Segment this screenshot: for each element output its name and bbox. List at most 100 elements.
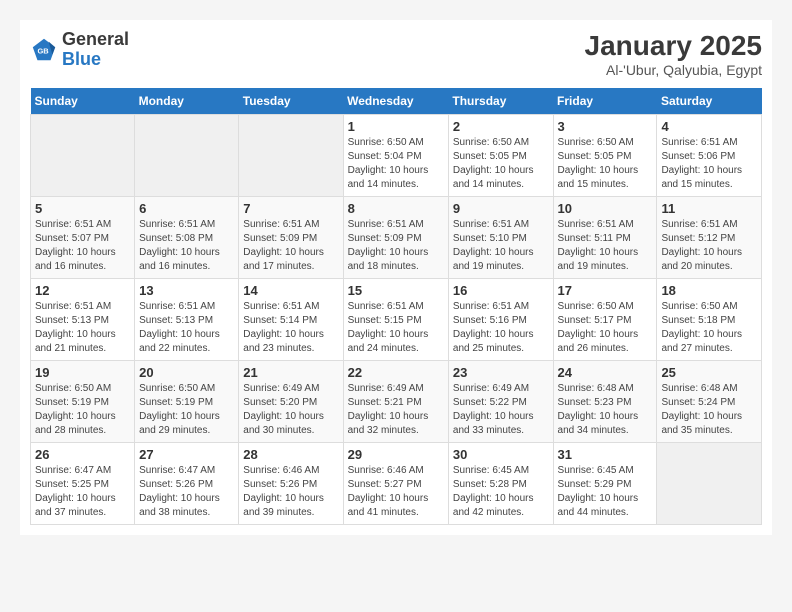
day-number: 23	[453, 365, 549, 380]
day-info: Sunrise: 6:45 AMSunset: 5:29 PMDaylight:…	[558, 464, 653, 520]
calendar-cell: 6Sunrise: 6:51 AMSunset: 5:08 PMDaylight…	[135, 197, 239, 279]
day-number: 8	[348, 201, 444, 216]
weekday-header-tuesday: Tuesday	[239, 88, 343, 115]
day-info: Sunrise: 6:49 AMSunset: 5:21 PMDaylight:…	[348, 382, 444, 438]
calendar-cell: 20 Sunrise: 6:50 AMSunset: 5:19 PMDayligh…	[135, 361, 239, 443]
day-number: 31	[558, 447, 653, 462]
day-info: Sunrise: 6:49 AMSunset: 5:22 PMDaylight:…	[453, 382, 549, 438]
day-number: 25	[661, 365, 757, 380]
day-info: Sunrise: 6:50 AMSunset: 5:05 PMDaylight:…	[558, 136, 653, 192]
weekday-header-thursday: Thursday	[448, 88, 553, 115]
day-info: Sunrise: 6:51 AMSunset: 5:10 PMDaylight:…	[453, 218, 549, 274]
calendar-week-3: 12 Sunrise: 6:51 AMSunset: 5:13 PMDayligh…	[31, 279, 762, 361]
weekday-header-saturday: Saturday	[657, 88, 762, 115]
day-info: Sunrise: 6:51 AMSunset: 5:09 PMDaylight:…	[243, 218, 338, 274]
calendar-cell: 31 Sunrise: 6:45 AMSunset: 5:29 PMDayligh…	[553, 443, 657, 525]
logo: GB General Blue	[30, 30, 129, 70]
header: GB General Blue January 2025 Al-'Ubur, Q…	[30, 30, 762, 78]
calendar-cell: 9Sunrise: 6:51 AMSunset: 5:10 PMDaylight…	[448, 197, 553, 279]
day-number: 26	[35, 447, 130, 462]
logo-text: General Blue	[62, 30, 129, 70]
day-info: Sunrise: 6:50 AMSunset: 5:05 PMDaylight:…	[453, 136, 549, 192]
calendar-cell: 10 Sunrise: 6:51 AMSunset: 5:11 PMDayligh…	[553, 197, 657, 279]
calendar-cell: 16 Sunrise: 6:51 AMSunset: 5:16 PMDayligh…	[448, 279, 553, 361]
day-info: Sunrise: 6:51 AMSunset: 5:14 PMDaylight:…	[243, 300, 338, 356]
day-number: 29	[348, 447, 444, 462]
weekday-header-sunday: Sunday	[31, 88, 135, 115]
calendar-cell	[239, 115, 343, 197]
calendar-body: 1 Sunrise: 6:50 AMSunset: 5:04 PMDaylight…	[31, 115, 762, 525]
calendar-cell: 4 Sunrise: 6:51 AMSunset: 5:06 PMDaylight…	[657, 115, 762, 197]
weekday-row: SundayMondayTuesdayWednesdayThursdayFrid…	[31, 88, 762, 115]
calendar-cell: 19Sunrise: 6:50 AMSunset: 5:19 PMDayligh…	[31, 361, 135, 443]
calendar-cell: 1 Sunrise: 6:50 AMSunset: 5:04 PMDaylight…	[343, 115, 448, 197]
calendar-cell	[31, 115, 135, 197]
day-number: 21	[243, 365, 338, 380]
calendar-cell	[657, 443, 762, 525]
day-number: 3	[558, 119, 653, 134]
day-info: Sunrise: 6:51 AMSunset: 5:13 PMDaylight:…	[139, 300, 234, 356]
calendar-cell: 15Sunrise: 6:51 AMSunset: 5:15 PMDayligh…	[343, 279, 448, 361]
day-info: Sunrise: 6:50 AMSunset: 5:18 PMDaylight:…	[661, 300, 757, 356]
day-info: Sunrise: 6:51 AMSunset: 5:13 PMDaylight:…	[35, 300, 130, 356]
calendar-cell: 21 Sunrise: 6:49 AMSunset: 5:20 PMDayligh…	[239, 361, 343, 443]
day-info: Sunrise: 6:47 AMSunset: 5:25 PMDaylight:…	[35, 464, 130, 520]
logo-general: General	[62, 30, 129, 50]
calendar-week-2: 5Sunrise: 6:51 AMSunset: 5:07 PMDaylight…	[31, 197, 762, 279]
day-info: Sunrise: 6:48 AMSunset: 5:23 PMDaylight:…	[558, 382, 653, 438]
day-number: 2	[453, 119, 549, 134]
calendar-cell: 29 Sunrise: 6:46 AMSunset: 5:27 PMDayligh…	[343, 443, 448, 525]
day-number: 6	[139, 201, 234, 216]
day-info: Sunrise: 6:50 AMSunset: 5:19 PMDaylight:…	[35, 382, 130, 438]
day-number: 7	[243, 201, 338, 216]
day-number: 10	[558, 201, 653, 216]
day-number: 14	[243, 283, 338, 298]
calendar-cell: 8Sunrise: 6:51 AMSunset: 5:09 PMDaylight…	[343, 197, 448, 279]
calendar-cell	[135, 115, 239, 197]
day-number: 1	[348, 119, 444, 134]
day-number: 24	[558, 365, 653, 380]
day-info: Sunrise: 6:50 AMSunset: 5:19 PMDaylight:…	[139, 382, 234, 438]
weekday-header-friday: Friday	[553, 88, 657, 115]
weekday-header-monday: Monday	[135, 88, 239, 115]
day-info: Sunrise: 6:46 AMSunset: 5:27 PMDaylight:…	[348, 464, 444, 520]
calendar-cell: 17Sunrise: 6:50 AMSunset: 5:17 PMDayligh…	[553, 279, 657, 361]
calendar-cell: 28Sunrise: 6:46 AMSunset: 5:26 PMDayligh…	[239, 443, 343, 525]
day-number: 30	[453, 447, 549, 462]
calendar-week-1: 1 Sunrise: 6:50 AMSunset: 5:04 PMDaylight…	[31, 115, 762, 197]
day-info: Sunrise: 6:50 AMSunset: 5:04 PMDaylight:…	[348, 136, 444, 192]
calendar-cell: 14 Sunrise: 6:51 AMSunset: 5:14 PMDayligh…	[239, 279, 343, 361]
day-number: 27	[139, 447, 234, 462]
day-info: Sunrise: 6:51 AMSunset: 5:07 PMDaylight:…	[35, 218, 130, 274]
day-info: Sunrise: 6:51 AMSunset: 5:16 PMDaylight:…	[453, 300, 549, 356]
logo-icon: GB	[30, 36, 58, 64]
calendar-cell: 24 Sunrise: 6:48 AMSunset: 5:23 PMDayligh…	[553, 361, 657, 443]
calendar-cell: 5Sunrise: 6:51 AMSunset: 5:07 PMDaylight…	[31, 197, 135, 279]
day-number: 28	[243, 447, 338, 462]
month-title: January 2025	[585, 30, 762, 62]
day-info: Sunrise: 6:49 AMSunset: 5:20 PMDaylight:…	[243, 382, 338, 438]
calendar-cell: 2 Sunrise: 6:50 AMSunset: 5:05 PMDaylight…	[448, 115, 553, 197]
title-area: January 2025 Al-'Ubur, Qalyubia, Egypt	[585, 30, 762, 78]
calendar-cell: 3 Sunrise: 6:50 AMSunset: 5:05 PMDaylight…	[553, 115, 657, 197]
calendar-page: GB General Blue January 2025 Al-'Ubur, Q…	[20, 20, 772, 535]
day-number: 13	[139, 283, 234, 298]
day-info: Sunrise: 6:50 AMSunset: 5:17 PMDaylight:…	[558, 300, 653, 356]
day-info: Sunrise: 6:45 AMSunset: 5:28 PMDaylight:…	[453, 464, 549, 520]
day-info: Sunrise: 6:51 AMSunset: 5:06 PMDaylight:…	[661, 136, 757, 192]
day-number: 12	[35, 283, 130, 298]
weekday-header-wednesday: Wednesday	[343, 88, 448, 115]
day-number: 20	[139, 365, 234, 380]
day-number: 16	[453, 283, 549, 298]
calendar-cell: 26 Sunrise: 6:47 AMSunset: 5:25 PMDayligh…	[31, 443, 135, 525]
calendar-cell: 18Sunrise: 6:50 AMSunset: 5:18 PMDayligh…	[657, 279, 762, 361]
calendar-cell: 30 Sunrise: 6:45 AMSunset: 5:28 PMDayligh…	[448, 443, 553, 525]
day-number: 4	[661, 119, 757, 134]
calendar-cell: 7 Sunrise: 6:51 AMSunset: 5:09 PMDaylight…	[239, 197, 343, 279]
svg-text:GB: GB	[37, 47, 49, 56]
day-number: 22	[348, 365, 444, 380]
location-title: Al-'Ubur, Qalyubia, Egypt	[585, 62, 762, 78]
day-info: Sunrise: 6:51 AMSunset: 5:11 PMDaylight:…	[558, 218, 653, 274]
day-info: Sunrise: 6:47 AMSunset: 5:26 PMDaylight:…	[139, 464, 234, 520]
day-number: 15	[348, 283, 444, 298]
